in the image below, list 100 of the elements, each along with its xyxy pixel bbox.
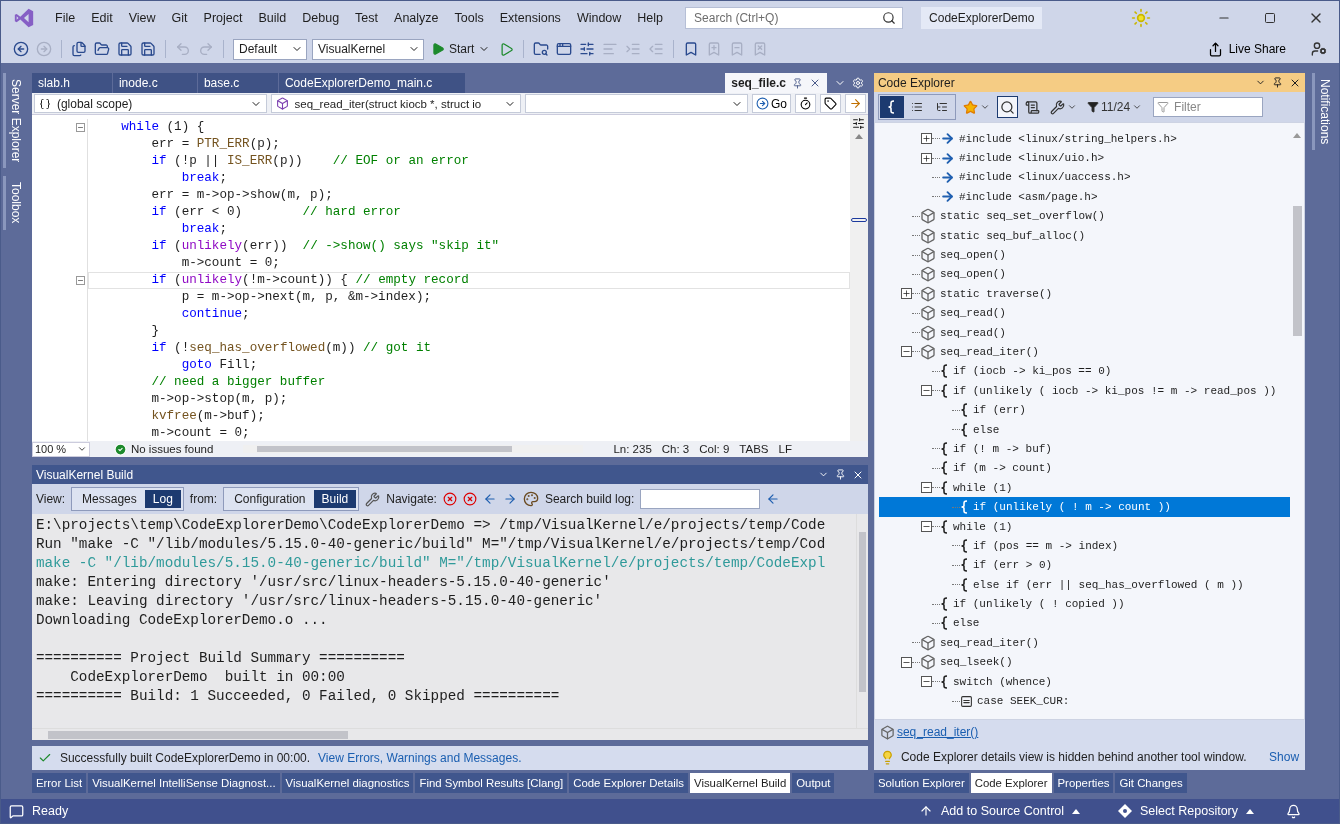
tree-item[interactable]: if (err > 0) — [878, 555, 1291, 575]
expand-toggle[interactable] — [900, 288, 912, 300]
expand-toggle[interactable] — [920, 133, 932, 145]
menu-item[interactable]: Window — [568, 7, 630, 29]
panel-tab[interactable]: Code Explorer — [970, 773, 1052, 793]
arrow-left-icon[interactable] — [766, 492, 781, 506]
horizontal-scrollbar[interactable] — [31, 728, 868, 740]
tree-item[interactable]: seq_read_iter() — [878, 633, 1291, 653]
tree-item[interactable]: seq_read() — [878, 322, 1291, 343]
panel-tab[interactable]: Output — [792, 773, 835, 793]
collapse-toggle[interactable] — [920, 482, 932, 494]
tree-item[interactable]: seq_read() — [878, 303, 1291, 323]
palette-icon[interactable] — [522, 491, 539, 507]
tree-item[interactable]: #include <asm/page.h> — [878, 187, 1291, 207]
collapse-toggle[interactable] — [920, 385, 932, 397]
scroll-up-icon[interactable] — [1293, 133, 1302, 138]
source-option[interactable]: Configuration — [226, 490, 314, 508]
scroll-up-icon[interactable] — [854, 134, 863, 139]
source-option[interactable]: Build — [313, 490, 357, 508]
platform-dropdown[interactable]: VisualKernel — [312, 38, 424, 60]
tree-item[interactable]: seq_lseek() — [878, 652, 1291, 672]
show-link[interactable]: Show — [1269, 750, 1300, 764]
tree-item[interactable]: if (iocb -> ki_pos == 0) — [878, 361, 1291, 382]
timer-button[interactable] — [794, 94, 816, 113]
panel-tab[interactable]: VisualKernel diagnostics — [281, 773, 414, 793]
configuration-dropdown[interactable]: Default — [233, 38, 307, 60]
document-tab[interactable]: seq_file.c — [725, 73, 827, 93]
tree-item[interactable]: if (unlikely ( ! copied )) — [878, 594, 1291, 614]
pin-icon[interactable] — [834, 469, 846, 480]
collapse-toggle[interactable] — [900, 656, 912, 668]
tree-item[interactable]: if (! m -> buf) — [878, 439, 1291, 459]
tree-item[interactable]: #include <linux/uio.h> — [878, 148, 1291, 168]
menu-item[interactable]: Help — [629, 7, 672, 29]
member-dropdown[interactable]: seq_read_iter(struct kiocb *, struct io — [270, 94, 522, 113]
view-mode-button[interactable] — [879, 96, 904, 118]
filter-count-button[interactable]: 11/24 — [1083, 96, 1146, 118]
collapse-toggle[interactable] — [920, 521, 932, 532]
symbol-link[interactable]: seq_read_iter() — [896, 725, 979, 739]
menu-item[interactable]: Analyze — [386, 7, 447, 29]
menu-item[interactable]: Extensions — [491, 7, 569, 29]
arrow-left-icon[interactable] — [482, 492, 497, 506]
arrow-right-icon[interactable] — [502, 492, 517, 506]
go-button[interactable]: Go — [751, 94, 791, 113]
tree-item[interactable]: else if (err || seq_has_overflowed ( m )) — [878, 575, 1291, 595]
panel-tab[interactable]: Code Explorer Details — [569, 773, 688, 793]
menu-item[interactable]: Tools — [446, 7, 492, 29]
tag-button[interactable] — [819, 94, 841, 113]
document-tab[interactable]: CodeExplorerDemo_main.c — [278, 73, 465, 93]
view-option[interactable]: Log — [144, 490, 181, 508]
save-all-button[interactable] — [138, 39, 158, 59]
tree-item[interactable]: case SEEK_CUR: — [878, 691, 1291, 711]
menu-item[interactable]: Project — [195, 7, 251, 29]
source-control-button[interactable]: Add to Source Control — [913, 803, 1087, 819]
panel-tab[interactable]: VisualKernel IntelliSense Diagnost... — [88, 773, 280, 793]
scrollbar-thumb[interactable] — [47, 730, 348, 739]
scope-dropdown[interactable]: (global scope) — [33, 94, 267, 113]
search-button[interactable] — [996, 96, 1018, 118]
tree-item[interactable]: if (err) — [878, 400, 1291, 420]
bell-icon[interactable] — [1286, 803, 1301, 819]
document-tab[interactable]: inode.c — [112, 73, 197, 93]
tree-item[interactable]: while (1) — [878, 516, 1291, 537]
menu-item[interactable]: Debug — [294, 7, 348, 29]
live-share-button[interactable]: Live Share — [1201, 40, 1292, 58]
back-button[interactable] — [11, 39, 31, 59]
tree-item[interactable]: static traverse() — [878, 284, 1291, 304]
menu-item[interactable]: Build — [250, 7, 295, 29]
panel-tab[interactable]: Properties — [1053, 773, 1114, 793]
side-tab[interactable]: Notifications — [1311, 73, 1335, 151]
fold-toggle[interactable] — [75, 123, 85, 132]
tree-item[interactable]: switch (whence) — [878, 671, 1291, 692]
expand-toggle[interactable] — [920, 152, 932, 164]
document-tab[interactable]: base.c — [197, 73, 278, 93]
messages-link[interactable]: View Errors, Warnings and Messages. — [318, 751, 522, 765]
side-tab[interactable]: Toolbox — [3, 176, 27, 230]
tree-item[interactable]: else — [878, 613, 1291, 634]
settings-icon[interactable] — [851, 77, 864, 89]
tree-item[interactable]: seq_read_iter() — [878, 342, 1291, 362]
panel-tab[interactable]: VisualKernel Build — [690, 773, 791, 793]
menu-item[interactable]: File — [47, 7, 84, 29]
collapse-toggle[interactable] — [920, 676, 932, 688]
wrench-icon[interactable] — [365, 491, 381, 507]
tree-item[interactable]: static seq_buf_alloc() — [878, 225, 1291, 246]
search-log-field[interactable] — [640, 489, 761, 509]
panel-tab[interactable]: Solution Explorer — [873, 773, 969, 793]
tree-item[interactable]: if (unlikely ( ! m -> count )) — [878, 497, 1291, 517]
tree-item[interactable]: while (1) — [878, 478, 1291, 498]
start-button[interactable]: Start — [427, 40, 495, 58]
search-field[interactable]: Search (Ctrl+Q) — [685, 7, 904, 29]
tree-item[interactable]: else — [878, 419, 1291, 440]
side-tab[interactable]: Server Explorer — [3, 73, 27, 169]
zoom-dropdown[interactable]: 100 % — [31, 441, 90, 457]
next-error-icon[interactable] — [462, 492, 477, 506]
scrollbar-thumb[interactable] — [1292, 206, 1302, 336]
fold-toggle[interactable] — [75, 276, 85, 285]
horizontal-scrollbar[interactable] — [243, 445, 584, 453]
panel-tab[interactable]: Find Symbol Results [Clang] — [415, 773, 568, 793]
vertical-scrollbar[interactable] — [855, 514, 868, 728]
save-button[interactable] — [115, 39, 135, 59]
filter-field[interactable]: Filter — [1153, 97, 1264, 117]
view-option[interactable]: Messages — [74, 490, 145, 508]
